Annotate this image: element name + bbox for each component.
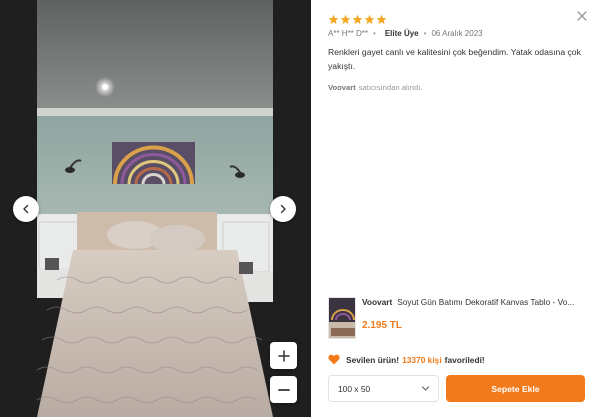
product-card[interactable]: Voovart Soyut Gün Batımı Dekoratif Kanvas… [328, 296, 600, 340]
zoom-out-button[interactable] [270, 376, 297, 403]
close-icon [577, 11, 587, 21]
add-to-cart-button[interactable]: Sepete Ekle [446, 375, 585, 402]
review-detail-panel: A** H** D** • Elite Üye • 06 Aralık 2023… [311, 0, 600, 417]
rating-stars [328, 14, 387, 25]
plus-icon [277, 349, 290, 362]
favorites-prefix: Sevilen ürün! [346, 354, 400, 365]
reviewer-name: A** H** D** [328, 29, 369, 38]
favorites-suffix: favoriledi! [444, 354, 485, 365]
product-name: Soyut Gün Batımı Dekoratif Kanvas Tablo … [397, 297, 575, 307]
seller-info: Voovart satıcısından alındı. [328, 83, 422, 92]
meta-separator: • [373, 29, 376, 38]
review-date: 06 Aralık 2023 [431, 29, 483, 38]
product-title[interactable]: Voovart Soyut Gün Batımı Dekoratif Kanvas… [362, 297, 600, 307]
review-meta: A** H** D** • Elite Üye • 06 Aralık 2023 [328, 29, 483, 38]
seller-suffix: satıcısından alındı. [358, 83, 423, 92]
product-thumbnail[interactable] [328, 297, 356, 339]
star-icon [328, 14, 339, 24]
product-price: 2.195 TL [362, 320, 403, 331]
review-text: Renkleri gayet canlı ve kalitesini çok b… [328, 47, 581, 71]
size-selected-value: 100 x 50 [338, 383, 371, 394]
meta-separator: • [423, 29, 427, 38]
heart-icon [328, 354, 340, 365]
review-photo [37, 0, 273, 417]
star-icon [340, 14, 351, 24]
chevron-right-icon [280, 204, 286, 214]
star-icon [352, 14, 363, 24]
star-icon [364, 14, 375, 24]
minus-icon [277, 388, 290, 391]
favorites-info: Sevilen ürün! 13370 kişi favoriledi! [328, 354, 485, 365]
seller-name[interactable]: Voovart [328, 83, 356, 92]
close-button[interactable] [575, 9, 589, 23]
favorites-count: 13370 kişi [402, 354, 442, 365]
next-image-button[interactable] [270, 196, 296, 222]
product-brand: Voovart [362, 297, 393, 307]
chevron-down-icon [421, 386, 430, 391]
previous-image-button[interactable] [13, 196, 39, 222]
star-icon [376, 14, 387, 24]
size-select[interactable]: 100 x 50 [328, 375, 439, 402]
chevron-left-icon [23, 204, 29, 214]
image-gallery [0, 0, 311, 417]
zoom-in-button[interactable] [270, 342, 297, 369]
elite-badge: Elite Üye [384, 29, 419, 38]
